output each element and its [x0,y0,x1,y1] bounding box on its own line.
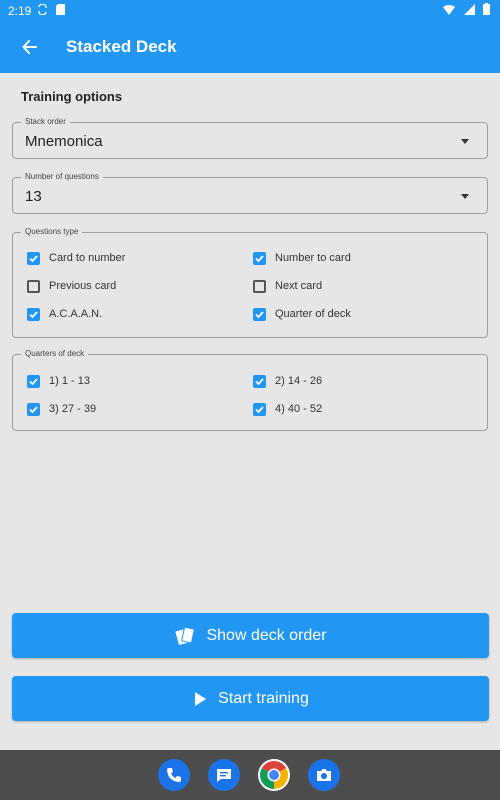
checkbox-icon [27,402,40,416]
section-heading: Training options [21,89,123,104]
navigation-bar [0,750,500,800]
checkbox-icon [27,374,40,388]
checkbox-label: Previous card [49,280,117,292]
checkbox-card-to-number[interactable]: Card to number [27,248,125,268]
cards-icon [174,625,196,647]
sync-icon [38,3,47,16]
quarters-of-deck-group: Quarters of deck 1) 1 - 13 2) 14 - 26 3)… [12,349,488,431]
checkbox-icon [253,402,266,416]
dropdown-arrow-icon [461,194,469,199]
checkbox-quarter-4[interactable]: 4) 40 - 52 [253,399,322,419]
checkbox-quarter-3[interactable]: 3) 27 - 39 [27,399,96,419]
checkbox-label: Next card [275,280,323,292]
notification-icons [38,3,66,18]
questions-type-label: Questions type [21,227,83,236]
start-training-button[interactable]: Start training [12,676,489,721]
checkbox-icon [27,251,40,265]
checkbox-quarter-of-deck[interactable]: Quarter of deck [253,304,351,324]
checkbox-icon [253,374,266,388]
checkbox-label: Card to number [49,252,126,264]
checkbox-icon [27,307,40,321]
camera-icon[interactable] [308,759,340,791]
messages-icon[interactable] [208,759,240,791]
number-of-questions-value: 13 [25,188,42,205]
checkbox-quarter-2[interactable]: 2) 14 - 26 [253,371,322,391]
status-bar: 2:19 [0,0,500,22]
checkbox-number-to-card[interactable]: Number to card [253,248,351,268]
sd-card-icon [56,4,66,15]
system-icons [443,3,490,18]
quarters-of-deck-label: Quarters of deck [21,349,89,358]
stack-order-dropdown[interactable]: Stack order Mnemonica [12,117,488,159]
battery-icon [483,3,490,15]
checkbox-label: 3) 27 - 39 [49,403,97,415]
back-arrow-icon [22,40,37,54]
questions-type-group: Questions type Card to number Number to … [12,227,488,338]
checkbox-icon [253,251,266,265]
checkbox-quarter-1[interactable]: 1) 1 - 13 [27,371,90,391]
checkbox-acaan[interactable]: A.C.A.A.N. [27,304,102,324]
show-deck-order-button[interactable]: Show deck order [12,613,489,658]
checkbox-label: A.C.A.A.N. [49,308,103,320]
stack-order-label: Stack order [21,117,70,126]
phone-icon[interactable] [158,759,190,791]
page-title: Stacked Deck [66,37,177,56]
checkbox-next-card[interactable]: Next card [253,276,322,296]
app-bar: Stacked Deck [0,22,500,73]
wifi-icon [443,5,456,15]
checkbox-label: 1) 1 - 13 [49,375,90,387]
number-of-questions-dropdown[interactable]: Number of questions 13 [12,172,488,214]
checkbox-label: Number to card [275,252,351,264]
show-deck-order-label: Show deck order [206,626,327,644]
checkbox-icon [253,307,266,321]
chrome-icon[interactable] [258,759,290,791]
play-icon [192,691,208,707]
checkbox-icon [27,279,40,293]
stack-order-value: Mnemonica [25,133,103,150]
number-of-questions-label: Number of questions [21,172,103,181]
dropdown-arrow-icon [461,139,469,144]
checkbox-icon [253,279,266,293]
checkbox-previous-card[interactable]: Previous card [27,276,116,296]
back-button[interactable] [17,32,47,62]
checkbox-label: 2) 14 - 26 [275,375,323,387]
checkbox-label: Quarter of deck [275,308,351,320]
start-training-label: Start training [218,689,309,707]
checkbox-label: 4) 40 - 52 [275,403,323,415]
status-time: 2:19 [8,4,32,18]
signal-icon [463,4,475,15]
